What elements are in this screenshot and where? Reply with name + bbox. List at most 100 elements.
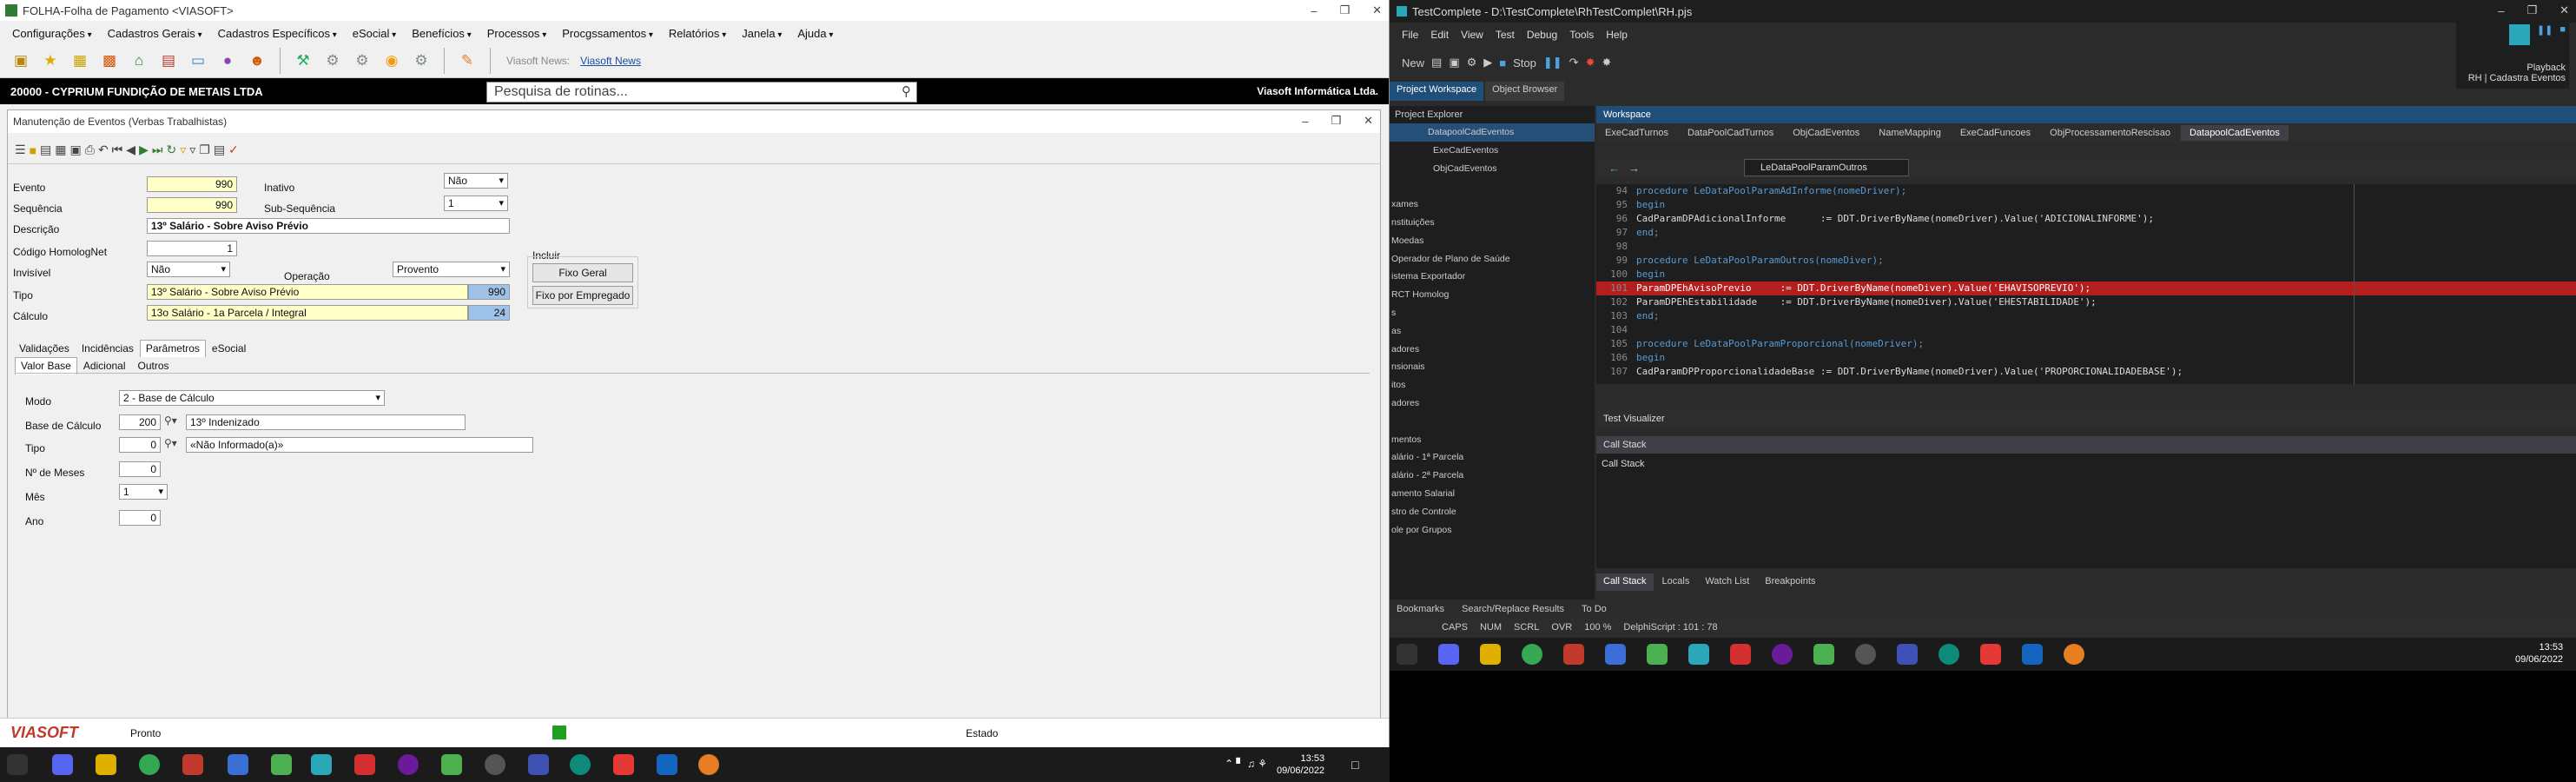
code-line[interactable]: 102 ParamDPEhEstabilidade := DDT.DriverBy… <box>1596 295 2576 309</box>
viasoft-news-link[interactable]: Viasoft News <box>580 55 641 67</box>
tree-item[interactable]: Moedas <box>1390 232 1595 250</box>
meses-field[interactable]: 0 <box>119 461 161 477</box>
menu-cadastros-gerais[interactable]: Cadastros Gerais <box>108 27 202 40</box>
code-line[interactable]: 100 begin <box>1596 268 2576 282</box>
minimize-icon[interactable]: – <box>2498 4 2504 17</box>
discord-icon[interactable] <box>1438 644 1459 665</box>
tool-icon[interactable] <box>228 754 248 775</box>
code-line[interactable]: 107 CadParamDPProporcionalidadeBase := DD… <box>1596 365 2576 379</box>
form-maximize-icon[interactable]: ❐ <box>1331 114 1341 128</box>
tab-bookmarks[interactable]: Bookmarks <box>1390 601 1451 619</box>
card-icon[interactable]: ▭ <box>186 49 210 73</box>
grid-icon[interactable]: ▦ <box>55 142 66 157</box>
codigo-homolognet-field[interactable]: 1 <box>147 241 237 256</box>
evento-field[interactable]: 990 <box>147 176 237 192</box>
invisivel-select[interactable]: Não <box>147 262 230 277</box>
document-icon[interactable]: ▦ <box>68 49 92 73</box>
firefox-icon[interactable] <box>698 754 719 775</box>
inativo-select[interactable]: Não <box>444 173 508 189</box>
descricao-field[interactable]: 13º Salário - Sobre Aviso Prévio <box>147 218 510 234</box>
tree-item[interactable]: s <box>1390 304 1595 322</box>
base-calculo-code[interactable]: 200 <box>119 414 161 430</box>
tree-item[interactable]: ExeCadEventos <box>1390 142 1595 160</box>
first-icon[interactable]: ⏮ <box>112 142 123 157</box>
tray-icons[interactable]: ⌃ ▘ ♫ ⚘ <box>1225 758 1267 770</box>
menu-file[interactable]: File <box>1402 29 1418 41</box>
store-icon[interactable] <box>657 754 677 775</box>
clock-icon[interactable] <box>485 754 505 775</box>
tree-item[interactable]: alário - 1ª Parcela <box>1390 448 1595 467</box>
chrome-icon[interactable] <box>1522 644 1542 665</box>
notepad-icon[interactable]: ✎ <box>455 49 479 73</box>
tree-item[interactable]: alário - 2ª Parcela <box>1390 467 1595 485</box>
fixo-empregado-button[interactable]: Fixo por Empregado <box>532 286 633 305</box>
new-button[interactable]: New <box>1402 56 1424 70</box>
pause-icon[interactable]: ❚❚ <box>2537 24 2553 45</box>
process-icon[interactable]: ⚙ <box>409 49 433 73</box>
app-icon[interactable] <box>354 754 375 775</box>
tab-execadfuncoes[interactable]: ExeCadFuncoes <box>1952 125 2039 141</box>
form-minimize-icon[interactable]: – <box>1302 115 1308 128</box>
code-line[interactable]: 106 begin <box>1596 351 2576 365</box>
new-record-icon[interactable]: ☰ <box>15 142 26 157</box>
stop-square-icon[interactable]: ■ <box>1499 56 1506 70</box>
print-icon[interactable]: ⎙ <box>85 142 95 157</box>
store-icon[interactable] <box>2022 644 2043 665</box>
tree-item[interactable]: nstituições <box>1390 214 1595 232</box>
forward-icon[interactable]: → <box>1628 162 1640 175</box>
tab-objprocessamentorescisao[interactable]: ObjProcessamentoRescisao <box>2041 125 2179 141</box>
tab-objcadeventos[interactable]: ObjCadEventos <box>1784 125 1868 141</box>
filter-icon[interactable]: ▿ <box>180 142 186 157</box>
tree-item[interactable] <box>1390 177 1595 196</box>
tab-search-replace[interactable]: Search/Replace Results <box>1455 601 1571 619</box>
users-icon[interactable]: ● <box>215 49 240 73</box>
sheet-icon[interactable] <box>441 754 462 775</box>
clipboard-icon[interactable]: ▤ <box>214 142 225 157</box>
tab-breakpoints[interactable]: Breakpoints <box>1758 573 1822 591</box>
notification-icon[interactable]: □ <box>1351 758 1358 772</box>
filter-clear-icon[interactable]: ▿ <box>189 142 195 157</box>
tab-call-stack[interactable]: Call Stack <box>1596 573 1654 591</box>
maximize-icon[interactable]: ❐ <box>2526 3 2537 17</box>
tab-project-workspace[interactable]: Project Workspace <box>1390 82 1484 101</box>
tab-datapoolcadturnos[interactable]: DataPoolCadTurnos <box>1679 125 1782 141</box>
next-icon[interactable]: ▶ <box>139 142 149 157</box>
home-icon[interactable]: ⌂ <box>127 49 151 73</box>
slack-icon[interactable] <box>271 754 292 775</box>
ano-field[interactable]: 0 <box>119 510 161 526</box>
fixo-geral-button[interactable]: Fixo Geral <box>532 263 633 282</box>
last-icon[interactable]: ⏭ <box>152 142 163 157</box>
discord-icon[interactable] <box>52 754 73 775</box>
tool-icon[interactable]: ⚙ <box>1467 56 1477 70</box>
code-line[interactable]: 105 procedure LeDataPoolParamProporcional… <box>1596 337 2576 351</box>
maximize-icon[interactable]: ❐ <box>1339 3 1350 17</box>
menu-processos[interactable]: Processos <box>487 27 547 40</box>
edit-icon[interactable]: ■ <box>30 143 36 157</box>
github-icon[interactable] <box>1772 644 1793 665</box>
code-line[interactable]: 99 procedure LeDataPoolParamOutros(nomeDi… <box>1596 254 2576 268</box>
tree-item[interactable]: Operador de Plano de Saúde <box>1390 250 1595 268</box>
menu-test[interactable]: Test <box>1496 29 1515 41</box>
tab-validacoes[interactable]: Validações <box>13 340 76 357</box>
tab-valor-base[interactable]: Valor Base <box>15 357 77 374</box>
clock-icon[interactable] <box>1855 644 1876 665</box>
tipo-code-field[interactable]: 990 <box>468 284 510 300</box>
operacao-select[interactable]: Provento <box>393 262 510 277</box>
edge-icon[interactable] <box>1939 644 1959 665</box>
debug2-icon[interactable]: ✸ <box>1602 56 1611 70</box>
list-icon[interactable]: ▤ <box>40 142 51 157</box>
save-icon[interactable]: ▣ <box>1449 56 1459 70</box>
app-icon[interactable] <box>1730 644 1751 665</box>
start-icon[interactable] <box>7 754 28 775</box>
refresh-icon[interactable]: ↻ <box>166 142 176 157</box>
door-icon[interactable]: ▣ <box>9 49 33 73</box>
step-icon[interactable]: ↷ <box>1569 56 1579 70</box>
tree-item[interactable]: ObjCadEventos <box>1390 160 1595 178</box>
search-icon[interactable]: ⚲ <box>902 83 911 102</box>
close-icon[interactable]: ✕ <box>2559 3 2569 17</box>
minimize-icon[interactable]: – <box>1311 4 1317 17</box>
prev-icon[interactable]: ◀ <box>126 142 135 157</box>
tree-item[interactable]: adores <box>1390 394 1595 413</box>
back-icon[interactable]: ← <box>1608 162 1620 175</box>
network-icon[interactable] <box>1897 644 1918 665</box>
